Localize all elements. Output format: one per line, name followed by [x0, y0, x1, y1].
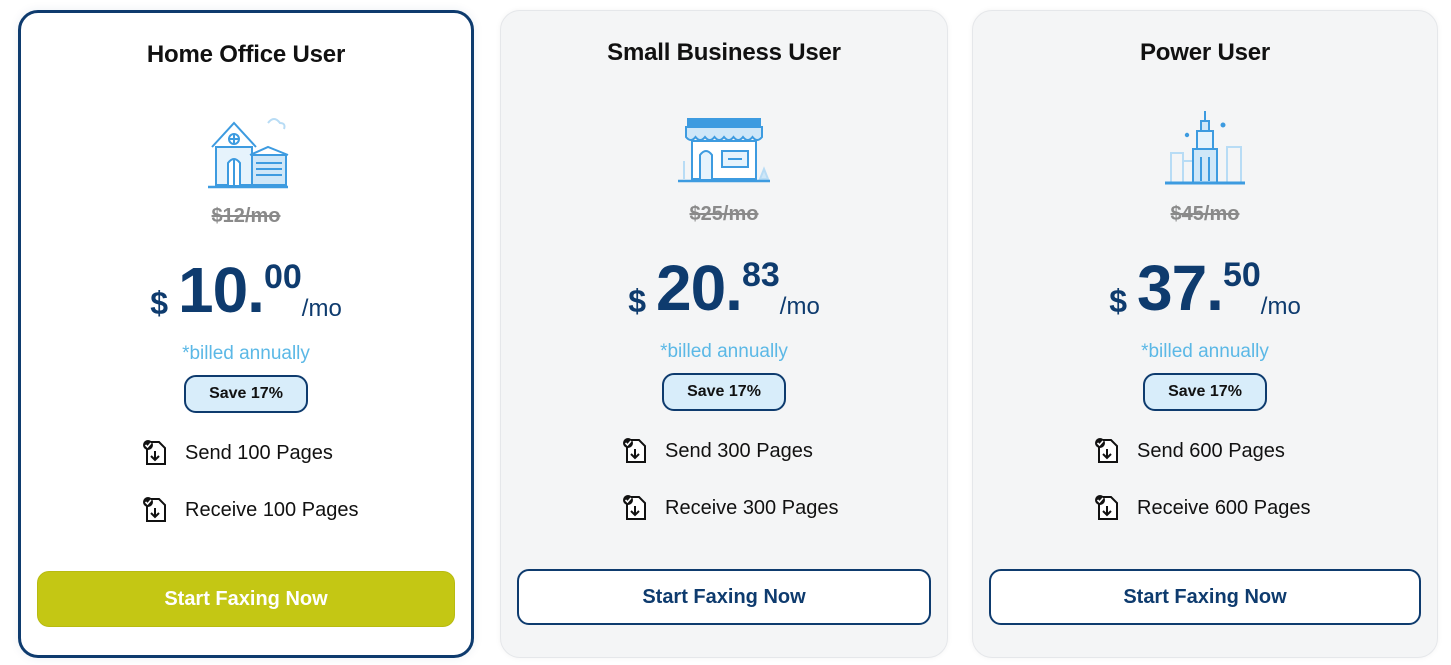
start-faxing-button[interactable]: Start Faxing Now: [517, 569, 931, 625]
plan-title: Power User: [1139, 39, 1271, 66]
plan-title: Small Business User: [607, 39, 841, 66]
fax-document-icon: [141, 495, 169, 525]
fax-document-icon: [621, 493, 649, 523]
feature-send-pages: Send 100 Pages: [141, 438, 333, 468]
plan-card-home-office: Home Office User $12/mo $10.00/mo *bille…: [18, 10, 474, 658]
fax-document-icon: [1093, 436, 1121, 466]
feature-text: Receive 600 Pages: [1137, 496, 1311, 519]
skyscraper-icon: [1157, 107, 1253, 191]
original-price: $25/mo: [689, 203, 759, 225]
original-price: $12/mo: [211, 205, 281, 227]
house-icon: [198, 109, 294, 193]
price-cents: 83: [741, 256, 780, 294]
feature-send-pages: Send 600 Pages: [1093, 436, 1285, 466]
storefront-icon: [676, 107, 772, 191]
billing-note: *billed annually: [182, 343, 310, 364]
discounted-price: $10.00/mo: [21, 253, 471, 327]
start-faxing-button[interactable]: Start Faxing Now: [37, 571, 455, 627]
price-whole: 37.: [1136, 252, 1224, 324]
currency-symbol: $: [628, 283, 646, 319]
fax-document-icon: [141, 438, 169, 468]
plan-card-power-user: Power User $45/mo $37.50/mo *billed annu…: [972, 10, 1438, 658]
plan-card-small-business: Small Business User $25/mo $20.83/mo *bi…: [500, 10, 948, 658]
currency-symbol: $: [1109, 283, 1127, 319]
price-whole: 10.: [177, 254, 265, 326]
feature-text: Send 300 Pages: [665, 439, 813, 462]
pricing-plans: Home Office User $12/mo $10.00/mo *bille…: [0, 0, 1451, 665]
price-cents: 50: [1222, 256, 1261, 294]
feature-text: Receive 100 Pages: [185, 498, 359, 521]
price-cents: 00: [263, 258, 302, 296]
discounted-price: $20.83/mo: [501, 251, 947, 325]
feature-receive-pages: Receive 600 Pages: [1093, 493, 1310, 523]
currency-symbol: $: [150, 285, 168, 321]
feature-send-pages: Send 300 Pages: [621, 436, 813, 466]
price-period: /mo: [1260, 293, 1301, 320]
feature-text: Send 100 Pages: [185, 441, 333, 464]
feature-text: Receive 300 Pages: [665, 496, 839, 519]
price-period: /mo: [779, 293, 820, 320]
fax-document-icon: [1093, 493, 1121, 523]
feature-receive-pages: Receive 300 Pages: [621, 493, 838, 523]
start-faxing-button[interactable]: Start Faxing Now: [989, 569, 1421, 625]
save-badge: Save 17%: [662, 373, 786, 411]
price-period: /mo: [301, 295, 342, 322]
billing-note: *billed annually: [660, 341, 788, 362]
billing-note: *billed annually: [1141, 341, 1269, 362]
price-whole: 20.: [655, 252, 743, 324]
save-badge: Save 17%: [1143, 373, 1267, 411]
original-price: $45/mo: [1170, 203, 1240, 225]
plan-title: Home Office User: [146, 41, 346, 68]
feature-text: Send 600 Pages: [1137, 439, 1285, 462]
feature-receive-pages: Receive 100 Pages: [141, 495, 358, 525]
discounted-price: $37.50/mo: [973, 251, 1437, 325]
fax-document-icon: [621, 436, 649, 466]
save-badge: Save 17%: [184, 375, 308, 413]
